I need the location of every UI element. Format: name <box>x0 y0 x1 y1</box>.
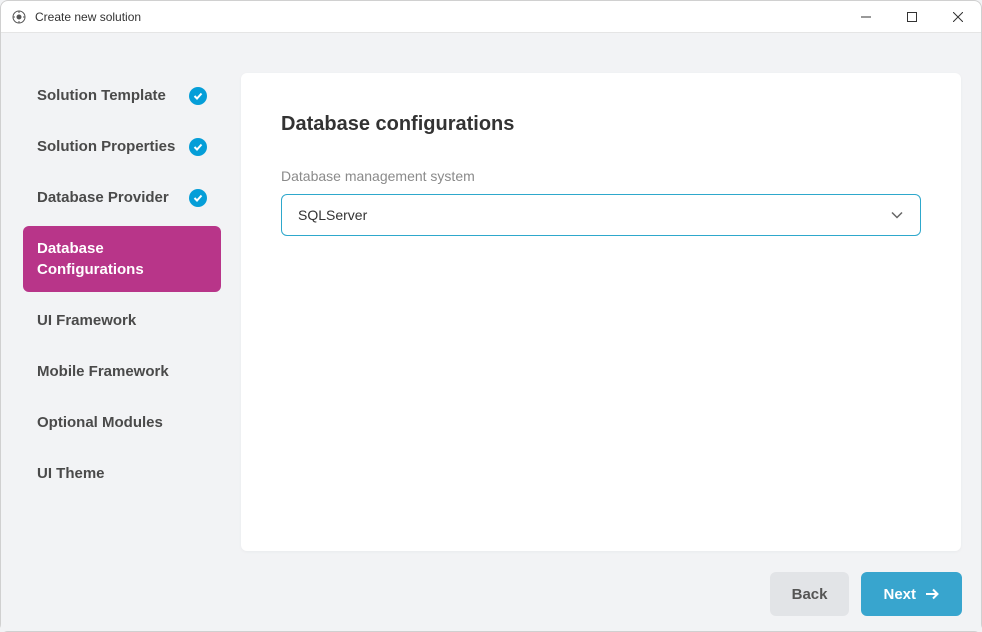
arrow-right-icon <box>924 586 940 602</box>
sidebar-item-label: UI Framework <box>37 310 207 331</box>
sidebar-item-label: Solution Properties <box>37 136 181 157</box>
select-value: SQLServer <box>298 207 367 223</box>
dialog-window: Create new solution Solution Template So… <box>0 0 982 632</box>
sidebar-item-label: Database Configurations <box>37 238 207 280</box>
main-panel: Database configurations Database managem… <box>241 73 961 551</box>
sidebar-item-solution-template[interactable]: Solution Template <box>23 73 221 118</box>
window-controls <box>843 1 981 32</box>
button-label: Back <box>792 586 828 603</box>
field-label-dbms: Database management system <box>281 168 921 184</box>
maximize-button[interactable] <box>889 1 935 32</box>
check-icon <box>189 189 207 207</box>
sidebar-item-mobile-framework[interactable]: Mobile Framework <box>23 349 221 394</box>
window-title: Create new solution <box>35 10 843 24</box>
page-title: Database configurations <box>281 113 921 136</box>
check-icon <box>189 87 207 105</box>
next-button[interactable]: Next <box>861 572 962 616</box>
sidebar-item-label: Database Provider <box>37 187 181 208</box>
sidebar-item-ui-theme[interactable]: UI Theme <box>23 451 221 496</box>
titlebar: Create new solution <box>1 1 981 33</box>
sidebar-item-label: Solution Template <box>37 85 181 106</box>
chevron-down-icon <box>890 208 904 222</box>
wizard-footer: Back Next <box>770 572 962 616</box>
button-label: Next <box>883 586 916 603</box>
sidebar-item-label: Optional Modules <box>37 412 207 433</box>
minimize-button[interactable] <box>843 1 889 32</box>
close-button[interactable] <box>935 1 981 32</box>
sidebar-item-optional-modules[interactable]: Optional Modules <box>23 400 221 445</box>
sidebar-item-database-configurations[interactable]: Database Configurations <box>23 226 221 292</box>
app-icon <box>11 9 27 25</box>
back-button[interactable]: Back <box>770 572 850 616</box>
sidebar-item-label: UI Theme <box>37 463 207 484</box>
sidebar-item-solution-properties[interactable]: Solution Properties <box>23 124 221 169</box>
check-icon <box>189 138 207 156</box>
sidebar-item-ui-framework[interactable]: UI Framework <box>23 298 221 343</box>
dialog-body: Solution Template Solution Properties Da… <box>1 33 981 631</box>
sidebar-item-label: Mobile Framework <box>37 361 207 382</box>
sidebar-item-database-provider[interactable]: Database Provider <box>23 175 221 220</box>
dbms-select[interactable]: SQLServer <box>281 194 921 236</box>
wizard-sidebar: Solution Template Solution Properties Da… <box>1 33 241 631</box>
